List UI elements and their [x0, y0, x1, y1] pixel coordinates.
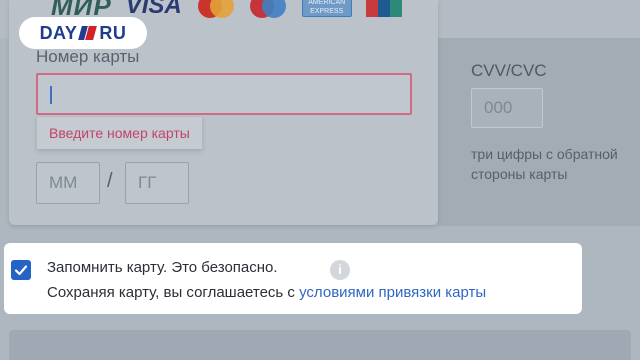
watermark-flag-mark [78, 26, 98, 40]
expiry-year-input[interactable]: ГГ [125, 162, 189, 204]
watermark-text: DAY [39, 22, 78, 43]
day-ru-watermark: DAY RU [19, 17, 147, 49]
remember-card-label: Запомнить карту. Это безопасно. [47, 259, 278, 276]
card-number-error-tooltip: Введите номер карты [37, 117, 202, 149]
expiry-separator: / [107, 170, 113, 192]
remember-card-panel: Запомнить карту. Это безопасно. i Сохран… [4, 243, 582, 314]
card-binding-terms-link[interactable]: условиями привязки карты [299, 284, 486, 301]
remember-card-checkbox[interactable] [11, 260, 31, 280]
cvv-input[interactable]: 000 [471, 88, 543, 128]
checkmark-icon [14, 265, 28, 276]
payment-logos: МИР VISA AMERICAN EXPRESS [51, 0, 402, 21]
cvv-label: CVV/CVC [471, 61, 547, 80]
pay-button[interactable] [9, 330, 631, 360]
unionpay-logo [365, 0, 402, 17]
expiry-month-input[interactable]: ММ [36, 162, 100, 204]
consent-text: Сохраняя карту, вы соглашаетесь с услови… [47, 284, 486, 301]
amex-logo: AMERICAN EXPRESS [301, 0, 352, 17]
card-number-input[interactable] [36, 73, 412, 115]
info-icon[interactable]: i [330, 260, 350, 280]
mastercard-logo [196, 0, 236, 18]
cvv-hint: три цифры с обратной стороны карты [471, 146, 618, 182]
consent-prefix: Сохраняя карту, вы соглашаетесь с [47, 284, 300, 301]
watermark-suffix: RU [99, 22, 127, 43]
text-caret [50, 86, 52, 104]
maestro-logo [248, 0, 288, 18]
card-number-label: Номер карты [36, 47, 140, 66]
